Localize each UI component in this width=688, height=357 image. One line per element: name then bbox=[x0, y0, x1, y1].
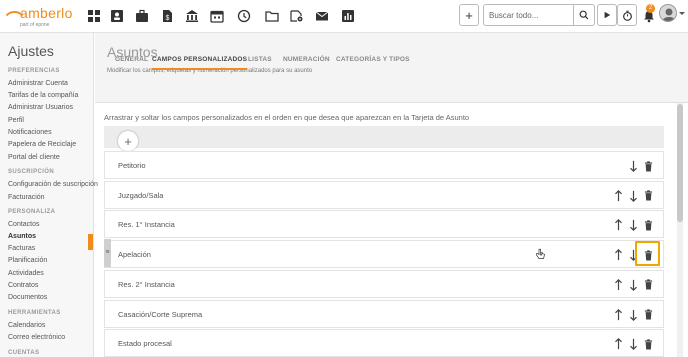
add-new-button[interactable]: + bbox=[459, 4, 479, 26]
move-down-arrow-icon[interactable] bbox=[627, 189, 639, 203]
contacts-icon[interactable] bbox=[106, 5, 128, 27]
sidebar-item-papelera[interactable]: Papelera de Reciclaje bbox=[8, 141, 76, 148]
stopwatch-icon bbox=[622, 10, 632, 21]
sidebar-title: Ajustes bbox=[8, 43, 54, 59]
user-menu-caret-icon[interactable] bbox=[679, 12, 685, 15]
top-bar: ⌒ amberlo part of epone $ + Buscar todo.… bbox=[0, 0, 688, 33]
timer-history-icon[interactable] bbox=[233, 5, 255, 27]
sidebar-heading-personaliza: PERSONALIZA bbox=[8, 209, 56, 215]
sidebar-item-correo[interactable]: Correo electrónico bbox=[8, 334, 65, 341]
user-photo-icon bbox=[662, 8, 676, 21]
custom-field-row[interactable]: Res. 1° Instancia bbox=[104, 210, 664, 239]
custom-field-label: Petitorio bbox=[118, 161, 146, 170]
dashboard-icon[interactable] bbox=[83, 5, 105, 27]
delete-trash-icon[interactable] bbox=[642, 159, 654, 173]
stopwatch-button[interactable] bbox=[617, 4, 637, 26]
delete-trash-icon[interactable] bbox=[642, 337, 654, 351]
sidebar-item-facturacion[interactable]: Facturación bbox=[8, 194, 45, 201]
sidebar-item-documentos[interactable]: Documentos bbox=[8, 294, 47, 301]
tab-categorias-tipos[interactable]: CATEGORÍAS Y TIPOS bbox=[336, 53, 410, 70]
move-up-arrow-icon[interactable] bbox=[612, 337, 624, 351]
tab-listas[interactable]: LISTAS bbox=[248, 53, 272, 70]
custom-field-label: Res. 2° Instancia bbox=[118, 279, 175, 289]
tab-numeracion[interactable]: NUMERACIÓN bbox=[283, 53, 330, 70]
sidebar-item-contratos[interactable]: Contratos bbox=[8, 282, 38, 289]
custom-field-label: Juzgado/Sala bbox=[118, 190, 164, 200]
sidebar-heading-preferencias: PREFERENCIAS bbox=[8, 68, 60, 74]
delete-trash-icon[interactable] bbox=[642, 308, 654, 322]
sidebar-item-administrar-usuarios[interactable]: Administrar Usuarios bbox=[8, 104, 73, 111]
cases-icon[interactable] bbox=[131, 5, 153, 27]
notification-badge: 2 bbox=[646, 4, 655, 13]
sidebar-item-contactos[interactable]: Contactos bbox=[8, 221, 40, 228]
move-down-arrow-icon[interactable] bbox=[627, 159, 639, 173]
folder-icon[interactable] bbox=[261, 5, 283, 27]
folder-settings-icon[interactable] bbox=[286, 5, 308, 27]
custom-field-row[interactable]: Juzgado/Sala bbox=[104, 180, 664, 209]
search-icon bbox=[579, 10, 589, 20]
sidebar-item-portal-cliente[interactable]: Portal del cliente bbox=[8, 154, 60, 161]
sidebar-item-facturas[interactable]: Facturas bbox=[8, 245, 35, 252]
sidebar-heading-cuentas: CUENTAS bbox=[8, 350, 40, 356]
custom-field-row[interactable]: Casación/Corte Suprema bbox=[104, 299, 664, 328]
move-down-arrow-icon[interactable] bbox=[627, 278, 639, 292]
user-avatar[interactable] bbox=[659, 4, 677, 22]
sidebar-heading-suscripcion: SUSCRIPCIÓN bbox=[8, 169, 55, 175]
delete-highlight-box bbox=[635, 241, 660, 266]
play-timer-button[interactable] bbox=[597, 4, 617, 26]
move-up-arrow-icon[interactable] bbox=[612, 278, 624, 292]
settings-sidebar: Ajustes PREFERENCIAS Administrar Cuenta … bbox=[0, 33, 98, 357]
search-button[interactable] bbox=[574, 4, 595, 26]
drag-handle-icon[interactable]: ≡ bbox=[104, 239, 111, 267]
svg-text:$: $ bbox=[166, 15, 170, 22]
sidebar-item-perfil[interactable]: Perfil bbox=[8, 117, 24, 124]
move-up-arrow-icon[interactable] bbox=[612, 189, 624, 203]
tab-campos-personalizados[interactable]: CAMPOS PERSONALIZADOS bbox=[152, 53, 248, 70]
sidebar-item-tarifas[interactable]: Tarifas de la compañía bbox=[8, 92, 78, 99]
drag-instructions: Arrastrar y soltar los campos personaliz… bbox=[104, 113, 470, 122]
add-field-bar bbox=[104, 126, 664, 148]
move-down-arrow-icon[interactable] bbox=[627, 337, 639, 351]
move-up-arrow-icon[interactable] bbox=[612, 248, 624, 262]
sidebar-item-asuntos[interactable]: Asuntos bbox=[8, 233, 36, 240]
hand-cursor-icon bbox=[536, 248, 545, 259]
custom-field-row[interactable]: Res. 2° Instancia bbox=[104, 269, 664, 298]
search-input[interactable]: Buscar todo... bbox=[483, 4, 574, 26]
custom-field-label: Apelación bbox=[118, 250, 151, 260]
delete-trash-icon[interactable] bbox=[642, 189, 654, 203]
move-down-arrow-icon[interactable] bbox=[627, 218, 639, 232]
delete-trash-icon[interactable] bbox=[642, 278, 654, 292]
calendar-icon[interactable] bbox=[206, 5, 228, 27]
tab-general[interactable]: GENERAL bbox=[115, 53, 148, 70]
brand-name: amberlo bbox=[20, 5, 73, 21]
custom-field-row[interactable]: Apelación bbox=[104, 240, 664, 269]
scrollbar-thumb[interactable] bbox=[677, 104, 683, 222]
custom-field-label: Estado procesal bbox=[118, 339, 172, 349]
sidebar-item-actividades[interactable]: Actividades bbox=[8, 270, 44, 277]
add-new-label: + bbox=[465, 7, 473, 23]
sidebar-heading-herramientas: HERRAMIENTAS bbox=[8, 310, 61, 316]
custom-field-row[interactable]: Petitorio bbox=[104, 151, 664, 179]
sidebar-item-notificaciones[interactable]: Notificaciones bbox=[8, 129, 52, 136]
mail-icon[interactable] bbox=[311, 5, 333, 27]
custom-field-label: Casación/Corte Suprema bbox=[118, 309, 203, 319]
reports-icon[interactable] bbox=[337, 5, 359, 27]
brand-tagline: part of epone bbox=[20, 22, 50, 28]
custom-field-label: Res. 1° Instancia bbox=[118, 220, 175, 230]
active-item-marker bbox=[88, 234, 93, 250]
documents-icon[interactable]: $ bbox=[156, 5, 178, 27]
move-up-arrow-icon[interactable] bbox=[612, 308, 624, 322]
custom-field-row[interactable]: Estado procesal bbox=[104, 329, 664, 357]
play-icon bbox=[604, 11, 611, 19]
amberlo-logo[interactable]: ⌒ amberlo part of epone bbox=[6, 2, 82, 30]
delete-trash-icon[interactable] bbox=[642, 218, 654, 232]
add-field-button[interactable]: + bbox=[118, 131, 138, 151]
sidebar-item-planificacion[interactable]: Planificación bbox=[8, 257, 47, 264]
sidebar-item-calendarios[interactable]: Calendarios bbox=[8, 322, 45, 329]
sidebar-item-configuracion-suscripcion[interactable]: Configuración de suscripción bbox=[8, 181, 98, 188]
move-up-arrow-icon[interactable] bbox=[612, 218, 624, 232]
sidebar-item-administrar-cuenta[interactable]: Administrar Cuenta bbox=[8, 80, 68, 87]
institutions-icon[interactable] bbox=[181, 5, 203, 27]
move-down-arrow-icon[interactable] bbox=[627, 308, 639, 322]
